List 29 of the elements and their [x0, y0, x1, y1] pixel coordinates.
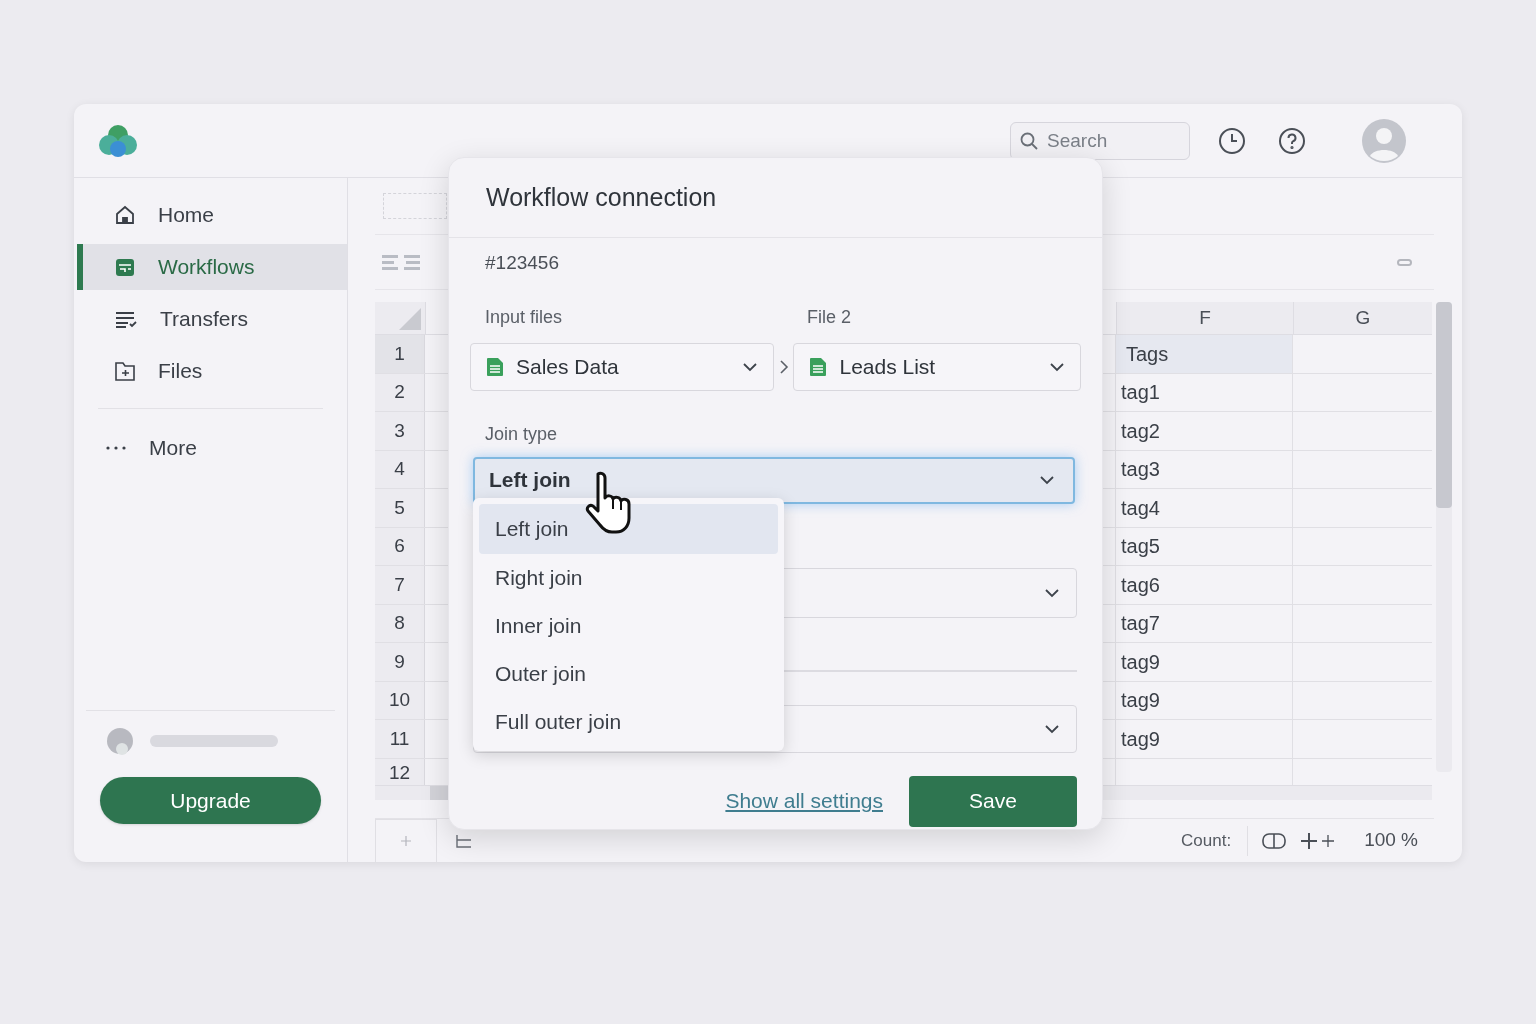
row-number: 3 — [375, 412, 425, 450]
row-number: 11 — [375, 720, 425, 758]
row-number: 4 — [375, 450, 425, 488]
dialog-title: Workflow connection — [486, 181, 717, 213]
row-number: 1 — [375, 335, 425, 373]
table-cell: tag9 — [1116, 720, 1293, 758]
table-cell: tag4 — [1116, 489, 1293, 527]
row-number: 12 — [375, 758, 425, 785]
table-cell: tag6 — [1116, 566, 1293, 604]
row-number: 7 — [375, 566, 425, 604]
table-cell: tag9 — [1116, 681, 1293, 719]
table-cell: tag9 — [1116, 643, 1293, 681]
row-number: 6 — [375, 527, 425, 565]
table-cell: tag7 — [1116, 604, 1293, 642]
row-number: 5 — [375, 489, 425, 527]
field-label: Join type — [484, 422, 559, 446]
table-cell: tag3 — [1116, 450, 1293, 488]
count-label: Count: — [1181, 829, 1232, 852]
row-number: 10 — [375, 681, 425, 719]
row-number: 8 — [375, 604, 425, 642]
row-number: 9 — [375, 643, 425, 681]
field-label: File 2 — [806, 305, 851, 329]
table-cell: tag2 — [1116, 412, 1293, 450]
table-cell: Tags — [1116, 335, 1293, 373]
table-cell: tag5 — [1116, 527, 1293, 565]
connection-id: #123456 — [484, 251, 560, 275]
field-label: Input files — [484, 305, 564, 329]
table-cell: tag1 — [1116, 373, 1293, 411]
row-number: 2 — [375, 373, 425, 411]
